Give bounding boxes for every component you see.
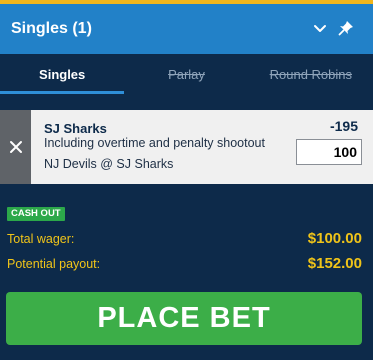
potential-payout-label: Potential payout: [7,256,101,271]
selection-odds: -195 [329,118,358,134]
close-icon [9,141,22,153]
total-wager-label: Total wager: [7,231,75,246]
selection-match: NJ Devils @ SJ Sharks [44,157,174,171]
tab-singles-label: Singles [39,66,86,82]
tab-parlay-label: Parlay [168,66,205,82]
potential-payout-value: $152.00 [307,255,362,272]
total-wager-value: $100.00 [307,230,362,247]
bet-type-tabs: Singles Parlay Round Robins [0,54,373,94]
wager-input[interactable] [296,139,362,165]
bet-selection: SJ Sharks Including overtime and penalty… [0,110,373,184]
cash-out-badge: CASH OUT [7,207,65,221]
betslip-header[interactable]: Singles (1) [0,4,373,54]
betslip-title: Singles (1) [11,20,92,37]
selection-note: Including overtime and penalty shootout [44,136,265,150]
place-bet-button[interactable]: PLACE BET [6,292,362,345]
selection-team: SJ Sharks [44,121,107,136]
chevron-down-icon[interactable] [312,21,328,37]
selection-details: SJ Sharks Including overtime and penalty… [31,110,373,184]
tab-round-robins-label: Round Robins [269,66,353,82]
pin-icon[interactable] [337,19,355,37]
remove-selection-button[interactable] [0,110,31,184]
tab-round-robins[interactable]: Round Robins [249,54,373,94]
total-wager-row: Total wager: $100.00 [7,230,362,247]
potential-payout-row: Potential payout: $152.00 [7,255,362,272]
tab-parlay[interactable]: Parlay [124,54,248,94]
tab-singles[interactable]: Singles [0,54,125,94]
